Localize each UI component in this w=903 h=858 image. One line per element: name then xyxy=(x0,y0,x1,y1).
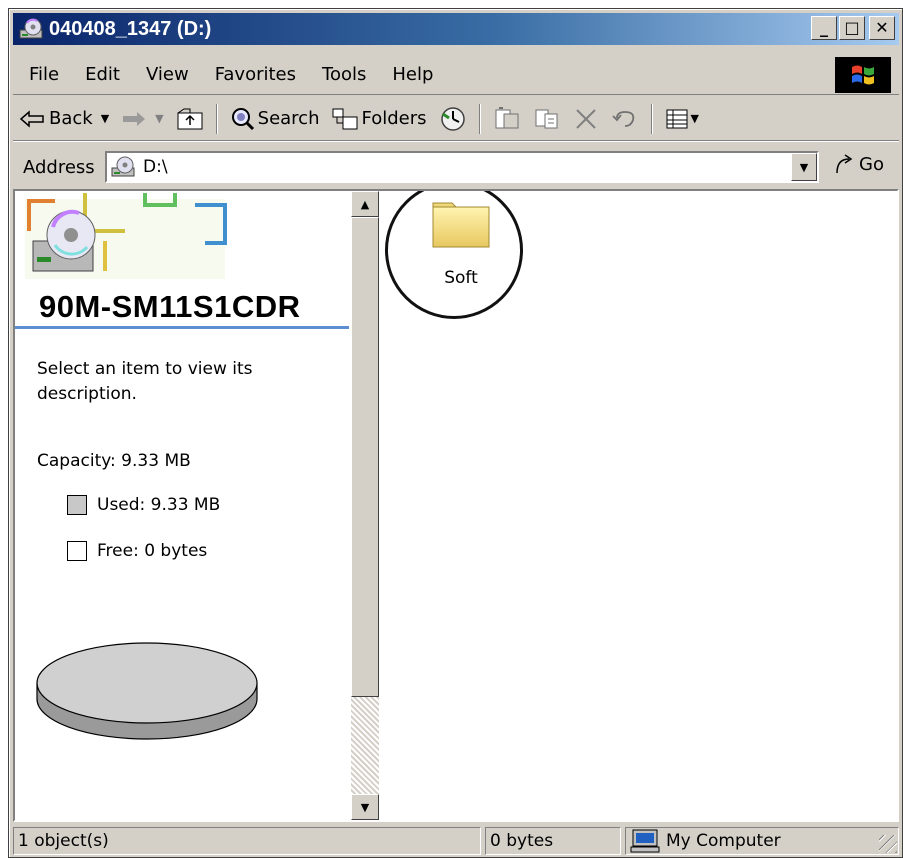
zone-text: My Computer xyxy=(666,831,781,851)
my-computer-icon xyxy=(630,829,660,853)
views-button[interactable]: ▼ xyxy=(659,102,705,136)
search-button[interactable]: Search xyxy=(224,102,326,136)
back-button[interactable]: Back ▼ xyxy=(13,102,115,136)
menu-edit[interactable]: Edit xyxy=(72,64,133,85)
folders-label: Folders xyxy=(361,108,427,129)
back-arrow-icon xyxy=(19,109,44,128)
folder-icon xyxy=(432,202,490,248)
status-bar: 1 object(s) 0 bytes My Computer xyxy=(13,827,899,855)
up-folder-button[interactable] xyxy=(170,102,210,136)
used-legend: Used: 9.33 MB xyxy=(67,495,220,515)
vertical-scrollbar[interactable]: ▲ ▼ xyxy=(351,191,379,820)
drive-name-heading: 90M-SM11S1CDR xyxy=(39,289,301,324)
minimize-button[interactable]: _ xyxy=(811,16,837,40)
menu-favorites[interactable]: Favorites xyxy=(202,64,309,85)
close-button[interactable]: ✕ xyxy=(869,16,895,40)
size-text: 0 bytes xyxy=(490,831,554,851)
scroll-up-button[interactable]: ▲ xyxy=(351,191,379,217)
cd-drive-icon xyxy=(19,18,43,39)
cd-drive-icon xyxy=(111,156,135,177)
address-field[interactable]: D:\ ▼ xyxy=(105,151,819,183)
history-icon xyxy=(440,106,465,131)
menu-help[interactable]: Help xyxy=(379,64,446,85)
history-button[interactable] xyxy=(433,102,473,136)
search-label: Search xyxy=(257,108,320,129)
free-text: Free: 0 bytes xyxy=(97,541,208,561)
delete-icon xyxy=(575,108,596,129)
address-label: Address xyxy=(23,156,95,178)
used-text: Used: 9.33 MB xyxy=(97,495,221,515)
folder-label: Soft xyxy=(444,268,478,288)
item-description: Select an item to view its description. xyxy=(37,359,253,404)
toolbar-separator xyxy=(215,103,218,134)
go-label: Go xyxy=(859,153,884,175)
windows-logo-icon xyxy=(835,57,891,93)
disk-usage-pie xyxy=(36,642,258,740)
status-objects: 1 object(s) xyxy=(13,827,481,855)
window-title: 040408_1347 (D:) xyxy=(49,17,212,40)
back-dropdown-icon[interactable]: ▼ xyxy=(101,112,109,125)
drive-banner-graphic xyxy=(15,191,349,283)
delete-button[interactable] xyxy=(567,102,605,136)
search-icon xyxy=(231,107,254,130)
address-value: D:\ xyxy=(143,157,168,177)
content-area: 90M-SM11S1CDR Select an item to view its… xyxy=(13,189,899,822)
folders-icon xyxy=(332,108,358,129)
menu-bar: File Edit View Favorites Tools Help xyxy=(13,55,899,95)
views-icon xyxy=(666,109,687,128)
folders-button[interactable]: Folders xyxy=(325,102,432,136)
maximize-button[interactable]: □ xyxy=(839,16,865,40)
go-button[interactable]: Go xyxy=(833,153,884,175)
folder-item-soft[interactable]: Soft xyxy=(409,199,513,288)
menu-view[interactable]: View xyxy=(133,64,202,85)
status-zone: My Computer xyxy=(625,827,899,855)
address-dropdown-button[interactable]: ▼ xyxy=(791,153,817,181)
copy-to-icon xyxy=(535,109,557,128)
undo-button[interactable] xyxy=(605,102,645,136)
toolbar-separator xyxy=(478,103,481,134)
address-bar: Address D:\ ▼ Go xyxy=(13,145,899,189)
move-to-icon xyxy=(495,106,518,128)
toolbar: Back ▼ ▼ Search Folders ▼ xyxy=(13,97,899,141)
web-view-pane: 90M-SM11S1CDR Select an item to view its… xyxy=(15,191,349,820)
back-label: Back xyxy=(49,108,93,129)
forward-button[interactable]: ▼ xyxy=(115,102,169,136)
move-to-button[interactable] xyxy=(487,102,527,136)
file-list: Soft xyxy=(381,191,897,820)
scroll-down-button[interactable]: ▼ xyxy=(351,794,379,820)
menu-file[interactable]: File xyxy=(13,64,72,85)
explorer-window: 040408_1347 (D:) _ □ ✕ File Edit View Fa… xyxy=(8,8,903,858)
title-bar[interactable]: 040408_1347 (D:) _ □ ✕ xyxy=(13,13,899,45)
forward-dropdown-icon[interactable]: ▼ xyxy=(155,112,163,125)
free-legend: Free: 0 bytes xyxy=(67,541,207,561)
views-dropdown-icon[interactable]: ▼ xyxy=(691,112,699,125)
free-swatch xyxy=(67,541,87,561)
toolbar-separator xyxy=(650,103,653,134)
header-divider xyxy=(15,326,349,329)
scroll-thumb[interactable] xyxy=(351,217,379,697)
used-swatch xyxy=(67,495,87,515)
forward-arrow-icon xyxy=(123,111,146,126)
capacity-text: Capacity: 9.33 MB xyxy=(37,451,191,471)
window-controls: _ □ ✕ xyxy=(811,16,895,40)
menu-tools[interactable]: Tools xyxy=(309,64,379,85)
go-arrow-icon xyxy=(836,154,853,174)
status-size: 0 bytes xyxy=(485,827,621,855)
object-count: 1 object(s) xyxy=(18,831,109,851)
copy-to-button[interactable] xyxy=(527,102,567,136)
undo-icon xyxy=(611,110,634,127)
resize-grip-icon[interactable] xyxy=(879,835,897,853)
up-folder-icon xyxy=(177,108,203,129)
